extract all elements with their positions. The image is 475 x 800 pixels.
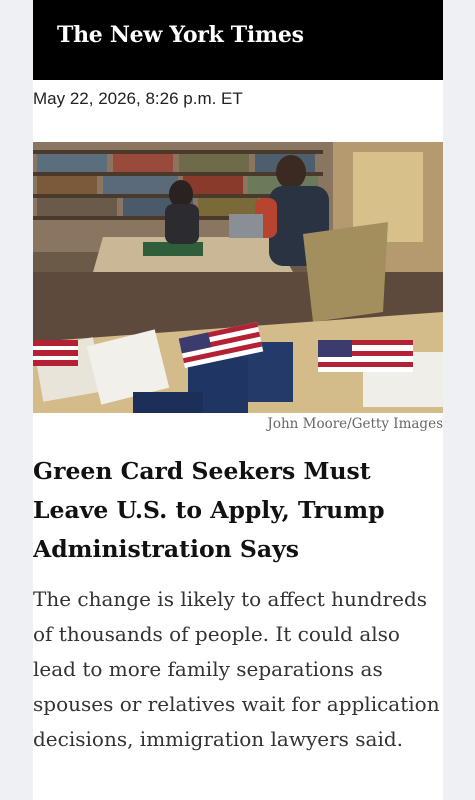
nyt-logo[interactable]: The New York Times (57, 22, 304, 48)
article-timestamp: May 22, 2026, 8:26 p.m. ET (33, 89, 243, 108)
masthead: The New York Times (33, 0, 443, 80)
article-photo[interactable] (33, 142, 443, 413)
article-page: The New York Times May 22, 2026, 8:26 p.… (33, 0, 443, 800)
article-summary: The change is likely to affect hundreds … (33, 587, 440, 751)
article-headline[interactable]: Green Card Seekers Must Leave U.S. to Ap… (33, 452, 443, 569)
image-credit: John Moore/Getty Images (267, 416, 443, 432)
photo-illustration (33, 142, 443, 413)
